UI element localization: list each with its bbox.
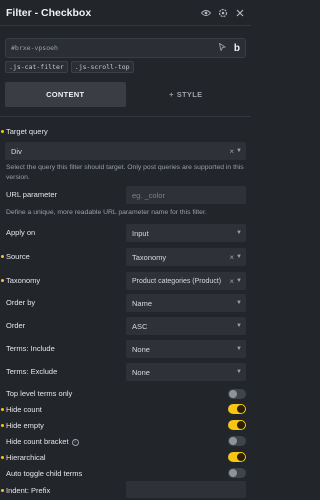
toggle-label-top-level-terms: Top level terms only xyxy=(6,389,73,398)
tab-style-label: STYLE xyxy=(176,90,203,99)
target-query-value: Div xyxy=(11,146,22,156)
tab-content-label: CONTENT xyxy=(46,90,85,99)
tab-style-icon: + xyxy=(169,90,174,99)
toggle-hide-empty[interactable] xyxy=(228,420,246,430)
class-manager-brand-icon[interactable]: b xyxy=(234,43,240,54)
target-query-select[interactable]: Div × ▼ xyxy=(5,142,246,160)
toggle-hierarchical[interactable] xyxy=(228,452,246,462)
panel-tabs: CONTENT + STYLE xyxy=(5,82,246,107)
apply-on-select[interactable]: Input ▼ xyxy=(126,224,246,242)
toggle-label-hide-empty: Hide empty xyxy=(1,421,44,430)
css-class-tag[interactable]: .js-scroll-top xyxy=(70,61,134,73)
apply-on-label: Apply on xyxy=(6,228,36,237)
toggle-label-hide-count: Hide count xyxy=(1,405,42,414)
source-value: Taxonomy xyxy=(132,252,167,262)
chevron-down-icon[interactable]: ▼ xyxy=(236,369,242,375)
target-query-description: Select the query this filter should targ… xyxy=(6,164,244,181)
clear-icon[interactable]: × xyxy=(229,277,234,286)
chevron-down-icon[interactable]: ▼ xyxy=(236,230,242,236)
order-select[interactable]: ASC ▼ xyxy=(126,317,246,335)
order-by-label: Order by xyxy=(6,298,36,307)
clear-icon[interactable]: × xyxy=(229,147,234,156)
clear-icon[interactable]: × xyxy=(229,253,234,262)
toggle-top-level-terms[interactable] xyxy=(228,389,246,399)
indent-prefix-input[interactable] xyxy=(126,481,246,498)
toggle-hide-count-bracket[interactable] xyxy=(228,436,246,446)
order-by-value: Name xyxy=(132,298,153,308)
url-parameter-label: URL parameter xyxy=(6,190,57,199)
target-query-label: Target query xyxy=(1,127,48,136)
chevron-down-icon[interactable]: ▼ xyxy=(236,346,242,352)
toggle-label-auto-toggle-child: Auto toggle child terms xyxy=(6,469,83,478)
terms-include-select[interactable]: None ▼ xyxy=(126,340,246,358)
chevron-down-icon[interactable]: ▼ xyxy=(236,148,242,154)
taxonomy-select[interactable]: Product categories (Product) × ▼ xyxy=(126,272,246,290)
panel-header: Filter - Checkbox xyxy=(0,0,251,26)
order-label: Order xyxy=(6,321,26,330)
section-divider xyxy=(0,116,251,117)
chevron-down-icon[interactable]: ▼ xyxy=(236,278,242,284)
source-label: Source xyxy=(1,252,30,261)
indent-prefix-label: Indent: Prefix xyxy=(0,486,51,495)
css-class-tag[interactable]: .js-cat-filter xyxy=(5,61,68,73)
terms-exclude-label: Terms: Exclude xyxy=(6,367,58,376)
terms-include-label: Terms: Include xyxy=(6,344,55,353)
element-id-field[interactable]: #brxe-vpsoeh b xyxy=(5,38,246,58)
toggle-hide-count[interactable] xyxy=(228,404,246,414)
close-icon[interactable] xyxy=(235,8,245,18)
url-parameter-description: Define a unique, more readable URL param… xyxy=(6,209,207,216)
panel-title: Filter - Checkbox xyxy=(6,6,92,19)
order-by-select[interactable]: Name ▼ xyxy=(126,294,246,312)
terms-include-value: None xyxy=(132,344,150,354)
url-parameter-placeholder: eg. _color xyxy=(132,190,165,200)
hide-count-bracket-text: Hide count bracket xyxy=(6,437,69,446)
terms-exclude-select[interactable]: None ▼ xyxy=(126,363,246,381)
tab-content[interactable]: CONTENT xyxy=(5,82,126,107)
apply-on-value: Input xyxy=(132,228,149,238)
css-class-list: .js-cat-filter .js-scroll-top xyxy=(5,61,134,73)
toggle-auto-toggle-child[interactable] xyxy=(228,468,246,478)
chevron-down-icon[interactable]: ▼ xyxy=(236,254,242,260)
tab-style[interactable]: + STYLE xyxy=(126,82,247,107)
source-select[interactable]: Taxonomy × ▼ xyxy=(126,248,246,266)
terms-exclude-value: None xyxy=(132,367,150,377)
element-id-text: #brxe-vpsoeh xyxy=(11,44,58,52)
settings-icon[interactable] xyxy=(218,8,228,18)
eye-icon[interactable] xyxy=(201,8,211,18)
cursor-icon[interactable] xyxy=(218,42,227,53)
toggle-label-hierarchical: Hierarchical xyxy=(1,453,46,462)
order-value: ASC xyxy=(132,321,148,331)
url-parameter-input[interactable]: eg. _color xyxy=(126,186,246,204)
chevron-down-icon[interactable]: ▼ xyxy=(236,300,242,306)
chevron-down-icon[interactable]: ▼ xyxy=(236,323,242,329)
info-icon[interactable]: i xyxy=(71,439,79,446)
toggle-label-hide-count-bracket: Hide count bracket i xyxy=(6,437,79,446)
taxonomy-value: Product categories (Product) xyxy=(132,277,222,285)
taxonomy-label: Taxonomy xyxy=(0,276,41,285)
